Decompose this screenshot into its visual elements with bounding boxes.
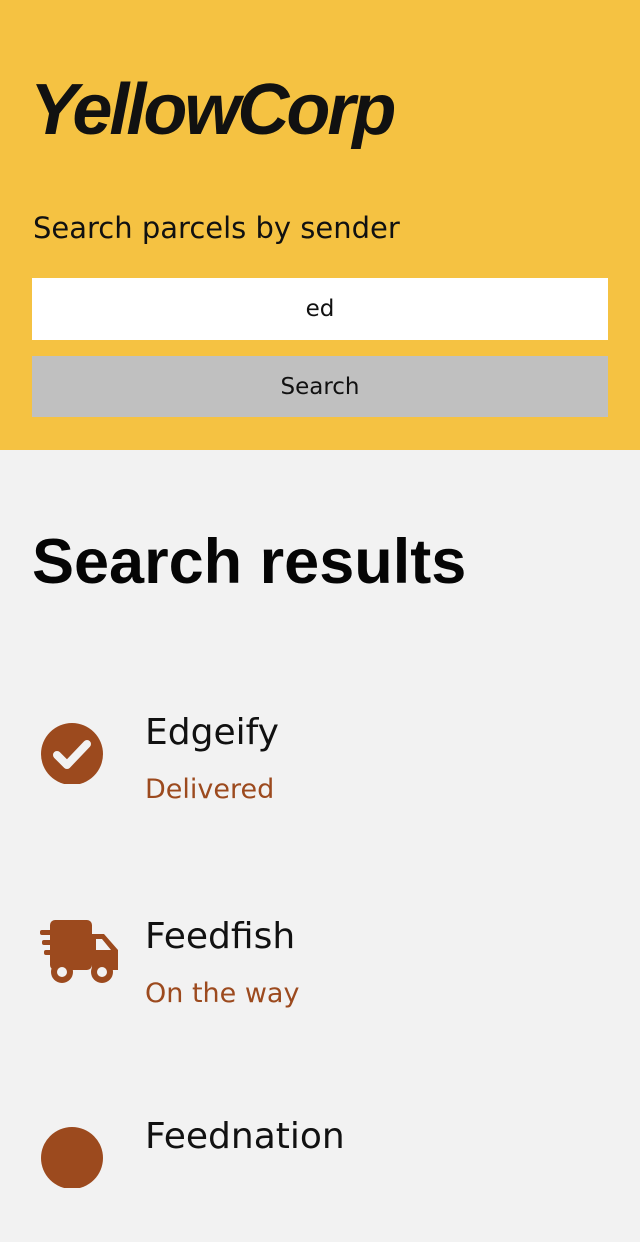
- result-item-edgeify[interactable]: Edgeify Delivered: [0, 708, 640, 838]
- delivery-truck-icon: [40, 920, 118, 983]
- header: YellowCorp Search parcels by sender Sear…: [0, 0, 640, 450]
- result-sender: Feednation: [145, 1116, 345, 1157]
- result-status: Delivered: [145, 774, 275, 805]
- status-icon: [41, 1127, 103, 1188]
- result-item-feedfish[interactable]: Feedfish On the way: [0, 912, 640, 1042]
- results-title: Search results: [32, 527, 467, 597]
- result-item-feednation[interactable]: Feednation: [0, 1112, 640, 1242]
- result-sender: Feedfish: [145, 916, 296, 957]
- search-input[interactable]: [32, 278, 608, 340]
- result-sender: Edgeify: [145, 712, 279, 753]
- check-circle-icon: [41, 723, 103, 784]
- search-label: Search parcels by sender: [33, 211, 400, 245]
- logo: YellowCorp: [30, 70, 396, 150]
- result-status: On the way: [145, 978, 300, 1009]
- search-button[interactable]: Search: [32, 356, 608, 417]
